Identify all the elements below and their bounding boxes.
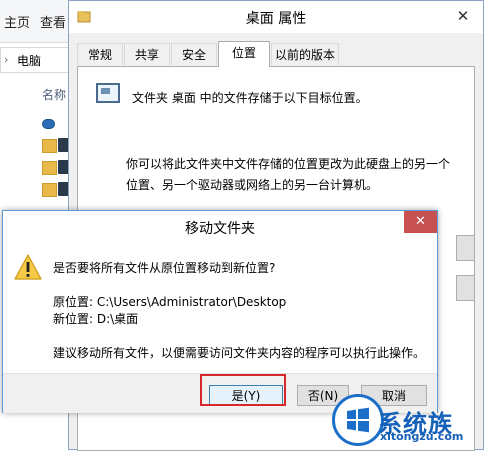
new-location-text: 新位置: D:\桌面 [53, 312, 139, 326]
folder-icon [42, 139, 57, 153]
breadcrumb-this-pc[interactable]: 电脑 [17, 52, 41, 69]
tab-security[interactable]: 安全 [171, 43, 217, 65]
cloud-icon [42, 119, 55, 129]
warning-icon [14, 254, 42, 280]
tab-previous-versions[interactable]: 以前的版本 [271, 43, 339, 65]
move-question-text: 是否要将所有文件从原位置移动到新位置? [53, 261, 276, 275]
location-description-line2: 位置、另一个驱动器或网络上的另一台计算机。 [126, 178, 379, 192]
path-field-edge[interactable] [456, 235, 474, 261]
properties-title: 桌面 属性 [245, 11, 307, 27]
find-target-button-edge[interactable] [456, 275, 474, 301]
folder-icon [42, 161, 57, 175]
properties-titlebar: 桌面 属性 ✕ [69, 1, 483, 33]
tab-sharing[interactable]: 共享 [124, 43, 170, 65]
close-icon[interactable]: ✕ [404, 211, 437, 233]
ribbon-tab-view[interactable]: 查看 [40, 12, 66, 31]
nav-item-folder-3[interactable] [40, 182, 70, 198]
move-dialog-titlebar: 移动文件夹 ✕ [3, 211, 437, 241]
breadcrumb-arrow-icon: › [4, 53, 9, 66]
nav-item-onedrive[interactable] [40, 116, 70, 132]
location-description-line1: 你可以将此文件夹中文件存储的位置更改为此硬盘上的另一个 [126, 157, 451, 171]
address-bar[interactable]: › 电脑 [0, 47, 72, 73]
windows-logo-icon [332, 394, 384, 446]
ribbon-tab-home[interactable]: 主页 [4, 12, 30, 31]
nav-item-folder-2[interactable] [40, 160, 70, 176]
watermark-url: xitongzu.com [380, 430, 464, 443]
tab-location[interactable]: 位置 [218, 41, 270, 67]
close-icon[interactable]: ✕ [451, 5, 475, 27]
move-advice-text: 建议移动所有文件，以便需要访问文件夹内容的程序可以执行此操作。 [53, 346, 426, 360]
original-location-text: 原位置: C:\Users\Administrator\Desktop [53, 295, 287, 309]
folder-icon [42, 183, 57, 197]
folder-location-icon [96, 83, 120, 103]
location-heading: 文件夹 桌面 中的文件存储于以下目标位置。 [132, 91, 368, 105]
move-dialog-title: 移动文件夹 [185, 221, 255, 237]
yes-button-highlight [200, 374, 286, 406]
tab-general[interactable]: 常规 [77, 43, 123, 65]
nav-item-folder-1[interactable] [40, 138, 70, 154]
column-header-name[interactable]: 名称 [42, 86, 66, 103]
